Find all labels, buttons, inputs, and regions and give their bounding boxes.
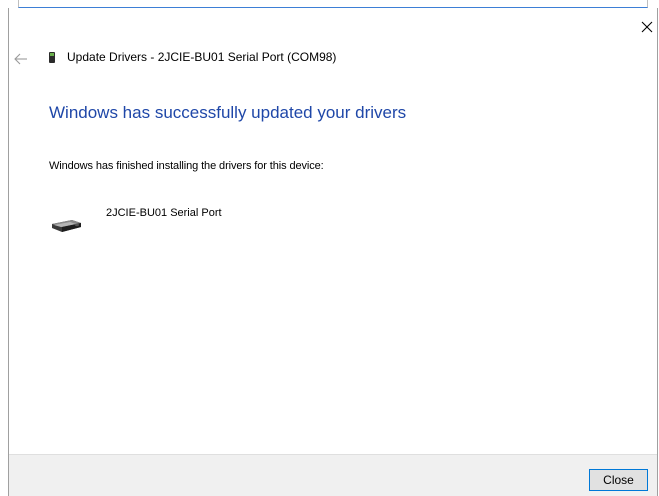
background-window-edge [18,0,648,8]
dialog-title: Update Drivers - 2JCIE-BU01 Serial Port … [67,50,337,64]
serial-port-device-icon [50,215,84,237]
back-arrow-icon[interactable] [14,52,28,65]
update-drivers-window: Update Drivers - 2JCIE-BU01 Serial Port … [0,0,659,496]
close-button[interactable]: Close [589,469,648,491]
window-frame-right [657,8,658,496]
window-frame-left [8,8,9,496]
success-heading: Windows has successfully updated your dr… [49,103,407,122]
install-description: Windows has finished installing the driv… [49,160,324,172]
usb-device-icon [49,52,55,63]
close-icon[interactable] [640,20,654,34]
device-name-label: 2JCIE-BU01 Serial Port [106,207,222,219]
dialog-footer [9,454,657,496]
